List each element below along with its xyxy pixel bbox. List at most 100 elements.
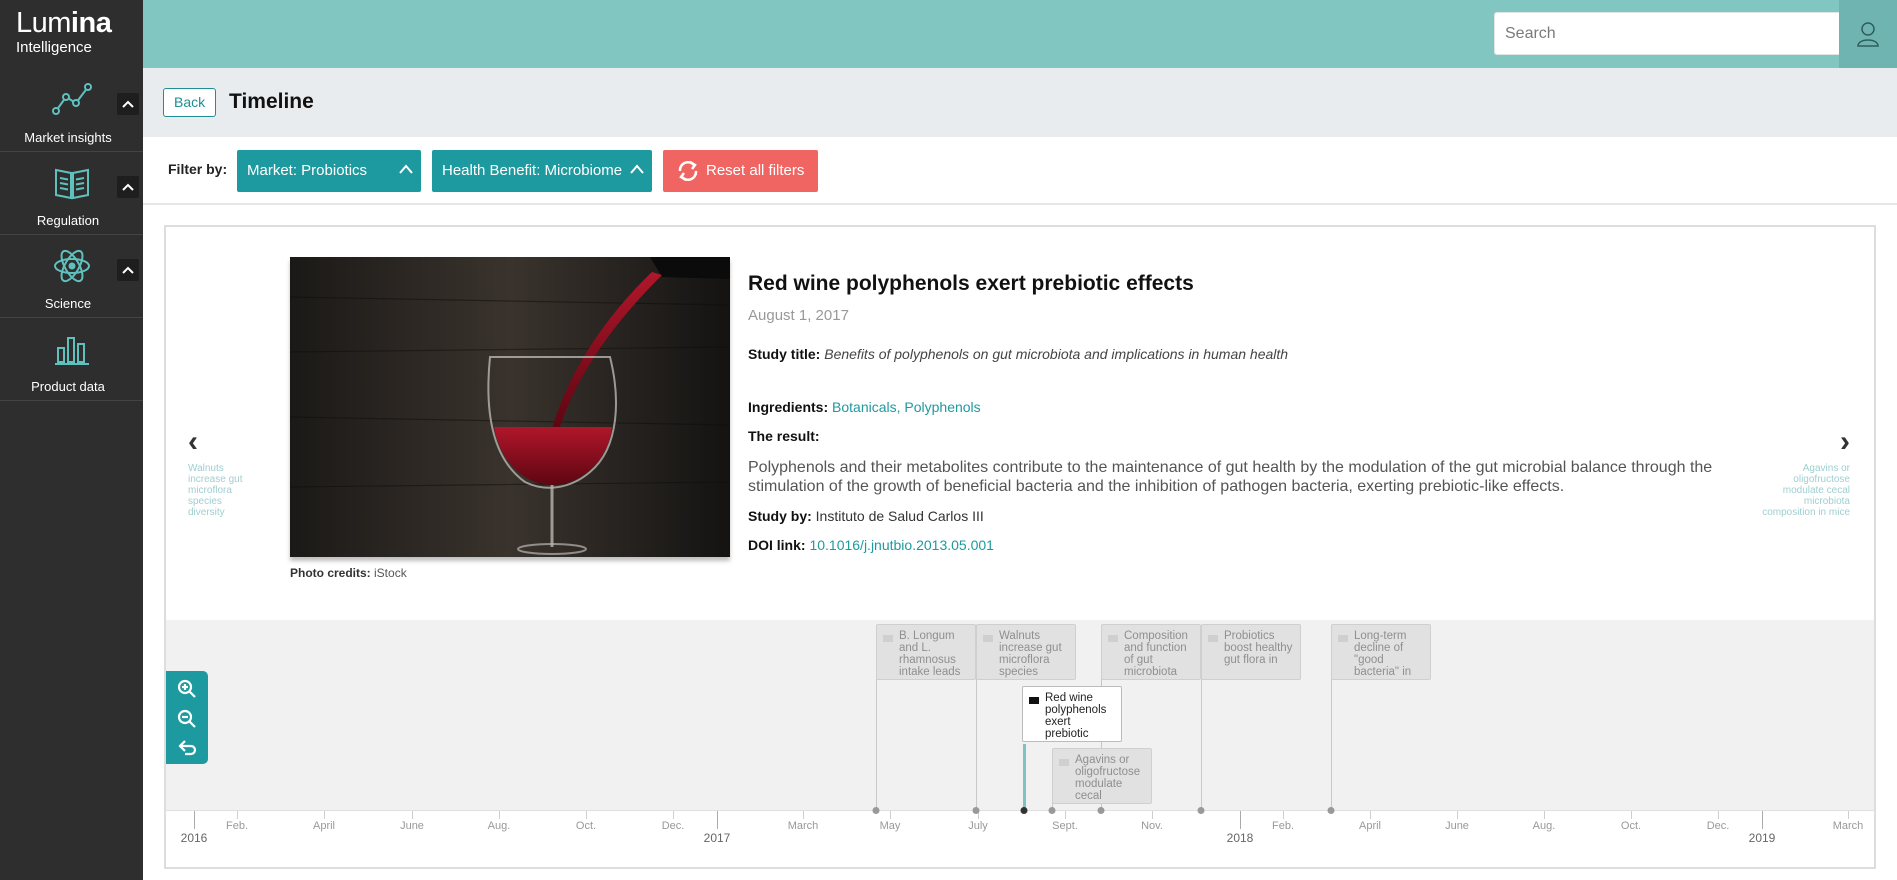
- year-label: 2019: [1748, 831, 1776, 845]
- sidebar-item-regulation[interactable]: Regulation: [0, 152, 143, 235]
- month-label: June: [400, 820, 424, 832]
- timeline-event[interactable]: Long-term decline of "good bacteria" in: [1331, 624, 1431, 680]
- photo-credit-value: iStock: [374, 566, 407, 580]
- timeline[interactable]: B. Longum and L. rhamnosus intake leads …: [166, 620, 1874, 867]
- ingredients-links[interactable]: Botanicals, Polyphenols: [832, 399, 981, 415]
- brand-logo[interactable]: Lumina Intelligence: [16, 8, 112, 56]
- minor-tick: [324, 811, 325, 819]
- year-label: 2016: [180, 831, 208, 845]
- timeline-event-label: Agavins or oligofructose modulate cecal: [1075, 754, 1141, 802]
- chevron-right-icon[interactable]: ›: [1760, 427, 1850, 457]
- doi-link[interactable]: 10.1016/j.jnutbio.2013.05.001: [809, 537, 994, 553]
- next-article[interactable]: › Agavins or oligofructose modulate ceca…: [1760, 427, 1850, 519]
- article-date: August 1, 2017: [748, 307, 849, 324]
- month-label: Aug.: [1532, 820, 1556, 832]
- timeline-connector: [1331, 676, 1332, 810]
- chevron-left-icon[interactable]: ‹: [188, 427, 258, 457]
- sidebar-item-label: Science: [44, 296, 92, 311]
- timeline-marker[interactable]: [872, 807, 880, 814]
- user-button[interactable]: [1839, 0, 1897, 68]
- article-photo: [290, 257, 730, 557]
- image-thumbnail-icon: [983, 635, 993, 642]
- timeline-event-label: Long-term decline of "good bacteria" in: [1354, 630, 1412, 678]
- image-thumbnail-icon: [1338, 635, 1348, 642]
- result-text: Polyphenols and their metabolites contri…: [748, 459, 1713, 495]
- chevron-up-icon: [399, 164, 413, 174]
- chevron-up-icon[interactable]: [117, 93, 139, 115]
- month-label: Dec.: [661, 820, 685, 832]
- filter-bar: Filter by: Market: Probiotics Health Ben…: [143, 137, 1897, 205]
- health-benefit-filter-button[interactable]: Health Benefit: Microbiome: [432, 150, 652, 192]
- timeline-event-label: B. Longum and L. rhamnosus intake leads: [899, 630, 961, 678]
- month-label: Nov.: [1141, 820, 1163, 832]
- image-thumbnail-icon: [1208, 635, 1218, 642]
- timeline-marker[interactable]: [1097, 807, 1105, 814]
- timeline-event[interactable]: Agavins or oligofructose modulate cecal: [1052, 748, 1152, 804]
- wine-glass-image: [290, 257, 730, 557]
- timeline-event[interactable]: Composition and function of gut microbio…: [1101, 624, 1201, 680]
- ingredients-row: Ingredients: Botanicals, Polyphenols: [748, 399, 1748, 415]
- timeline-event-selected[interactable]: Red wine polyphenols exert prebiotic: [1022, 686, 1122, 742]
- timeline-event[interactable]: B. Longum and L. rhamnosus intake leads: [876, 624, 976, 680]
- previous-article[interactable]: ‹ Walnuts increase gut microflora specie…: [188, 427, 258, 519]
- sidebar-item-product-data[interactable]: Product data: [0, 318, 143, 401]
- user-icon: [1857, 22, 1879, 47]
- timeline-marker[interactable]: [1048, 807, 1056, 814]
- image-thumbnail-icon: [1108, 635, 1118, 642]
- zoom-out-icon[interactable]: [177, 709, 197, 729]
- minor-tick: [1631, 811, 1632, 819]
- next-article-hint[interactable]: Agavins or oligofructose modulate cecal …: [1760, 463, 1850, 518]
- timeline-event-label: Probiotics boost healthy gut flora in: [1224, 630, 1293, 666]
- timeline-connector: [876, 676, 877, 810]
- minor-tick: [1370, 811, 1371, 819]
- month-label: July: [968, 820, 988, 832]
- minor-tick: [1544, 811, 1545, 819]
- timeline-connector: [1201, 676, 1202, 810]
- timeline-event[interactable]: Probiotics boost healthy gut flora in: [1201, 624, 1301, 680]
- undo-icon[interactable]: [177, 738, 197, 758]
- timeline-axis: 2016 2017 2018 2019 Feb. April June Aug.…: [166, 807, 1874, 867]
- sidebar-item-label: Market insights: [24, 130, 112, 145]
- chevron-up-icon: [630, 164, 644, 174]
- previous-article-hint[interactable]: Walnuts increase gut microflora species …: [188, 463, 258, 518]
- filter-label: Filter by:: [168, 161, 228, 177]
- timeline-marker[interactable]: [972, 807, 980, 814]
- search-input[interactable]: [1495, 13, 1897, 54]
- month-label: Aug.: [487, 820, 511, 832]
- timeline-event-label: Red wine polyphenols exert prebiotic: [1045, 692, 1107, 740]
- month-label: June: [1445, 820, 1469, 832]
- chevron-up-icon[interactable]: [117, 259, 139, 281]
- minor-tick: [412, 811, 413, 819]
- study-by-value: Instituto de Salud Carlos III: [815, 508, 984, 524]
- search-box: [1494, 12, 1897, 55]
- reset-filters-button[interactable]: Reset all filters: [663, 150, 818, 192]
- month-label: Oct.: [575, 820, 597, 832]
- timeline-event[interactable]: Walnuts increase gut microflora species: [976, 624, 1076, 680]
- month-label: Feb.: [1271, 820, 1295, 832]
- minor-tick: [499, 811, 500, 819]
- month-label: March: [1832, 820, 1864, 832]
- health-benefit-filter-label: Health Benefit: Microbiome: [442, 162, 623, 179]
- doi-row: DOI link: 10.1016/j.jnutbio.2013.05.001: [748, 537, 1748, 553]
- major-tick: [1762, 811, 1763, 829]
- year-label: 2017: [703, 831, 731, 845]
- market-filter-button[interactable]: Market: Probiotics: [237, 150, 421, 192]
- image-thumbnail-icon: [883, 635, 893, 642]
- timeline-marker[interactable]: [1197, 807, 1205, 814]
- result-label: The result:: [748, 428, 820, 444]
- month-label: Oct.: [1620, 820, 1642, 832]
- sidebar-item-science[interactable]: Science: [0, 235, 143, 318]
- refresh-icon: [678, 160, 698, 182]
- zoom-in-icon[interactable]: [177, 679, 197, 699]
- month-label: May: [879, 820, 901, 832]
- timeline-marker[interactable]: [1327, 807, 1335, 814]
- month-label: Dec.: [1706, 820, 1730, 832]
- minor-tick: [237, 811, 238, 819]
- back-button[interactable]: Back: [163, 88, 217, 117]
- timeline-marker-selected[interactable]: [1020, 807, 1028, 814]
- chevron-up-icon[interactable]: [117, 176, 139, 198]
- study-title-row: Study title: Benefits of polyphenols on …: [748, 346, 1748, 362]
- result-row: The result:: [748, 428, 1748, 444]
- sidebar-item-market-insights[interactable]: Market insights: [0, 69, 143, 152]
- timeline-connector-active: [1023, 744, 1026, 810]
